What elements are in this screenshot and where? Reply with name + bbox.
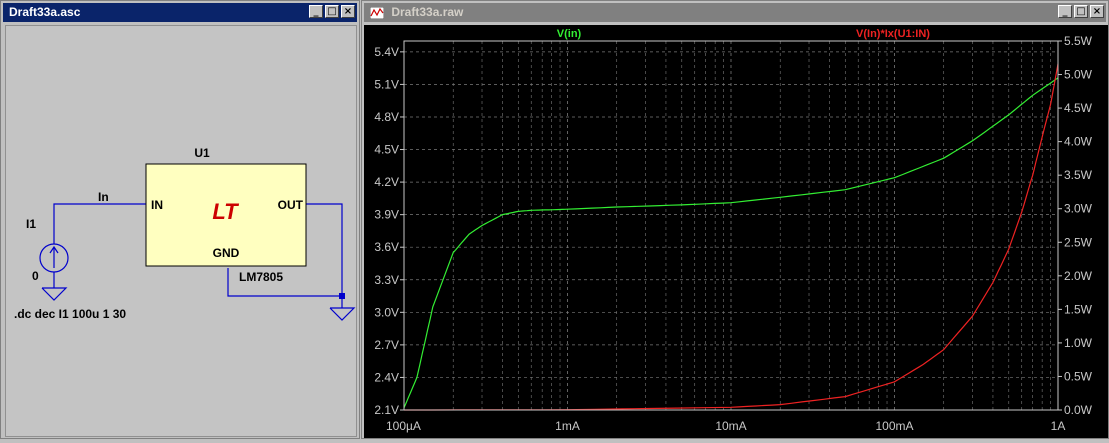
- y-tick-label-right: 5.5W: [1064, 34, 1093, 48]
- wire-out: [306, 203, 343, 296]
- y-tick-label-left: 2.1V: [374, 403, 399, 417]
- ground-symbol-source: [41, 287, 68, 301]
- pin-in-label: IN: [151, 198, 163, 212]
- y-tick-label-right: 2.5W: [1064, 235, 1093, 249]
- y-tick-label-left: 5.4V: [374, 45, 399, 59]
- wire-in: [53, 203, 146, 244]
- trace-label-vin[interactable]: V(in): [557, 28, 582, 40]
- x-tick-label: 1mA: [555, 419, 580, 433]
- y-tick-label-left: 3.3V: [374, 273, 399, 287]
- y-tick-label-right: 1.5W: [1064, 302, 1093, 316]
- source-ref[interactable]: I1: [26, 217, 36, 231]
- minimize-button[interactable]: _: [309, 5, 323, 18]
- y-tick-label-right: 5.0W: [1064, 68, 1093, 82]
- source-value[interactable]: 0: [32, 269, 39, 283]
- y-tick-label-right: 0.5W: [1064, 369, 1093, 383]
- y-tick-label-left: 4.2V: [374, 175, 399, 189]
- x-tick-label: 100mA: [875, 419, 913, 433]
- y-tick-label-left: 5.1V: [374, 77, 399, 91]
- regulator-logo: LT: [212, 199, 239, 224]
- schematic-title: Draft33a.asc: [9, 5, 81, 19]
- y-tick-label-left: 3.0V: [374, 305, 399, 319]
- schematic-window: Draft33a.asc _ □ × LT IN OUT GND U1 LM78…: [0, 0, 360, 439]
- minimize-button[interactable]: _: [1058, 5, 1072, 18]
- plot-titlebar[interactable]: Draft33a.raw _ □ ×: [364, 3, 1106, 22]
- close-button[interactable]: ×: [1090, 5, 1104, 18]
- y-tick-label-right: 1.0W: [1064, 336, 1093, 350]
- component-ref[interactable]: U1: [194, 146, 210, 160]
- schematic-canvas[interactable]: LT IN OUT GND U1 LM7805 In I1 0 .dc dec …: [5, 25, 357, 437]
- y-tick-label-right: 4.0W: [1064, 135, 1093, 149]
- y-tick-label-left: 3.9V: [374, 208, 399, 222]
- x-tick-label: 10mA: [715, 419, 746, 433]
- trace-label-power[interactable]: V(In)*Ix(U1:IN): [856, 28, 930, 40]
- y-tick-label-right: 3.0W: [1064, 202, 1093, 216]
- pin-out-label: OUT: [278, 198, 304, 212]
- y-tick-label-left: 4.5V: [374, 143, 399, 157]
- y-tick-label-right: 2.0W: [1064, 269, 1093, 283]
- plot-pane[interactable]: 100µA 1mA 10mA 100mA 1A 2.1V 2.4V 2.7V 3.0V 3.3V 3…: [364, 25, 1108, 438]
- x-tick-label: 100µA: [386, 419, 421, 433]
- pin-gnd-label: GND: [213, 246, 240, 260]
- close-button[interactable]: ×: [341, 5, 355, 18]
- waveform-icon: [370, 6, 384, 19]
- spice-directive[interactable]: .dc dec I1 100u 1 30: [14, 307, 126, 321]
- net-label-in[interactable]: In: [98, 190, 109, 204]
- plot-title: Draft33a.raw: [391, 5, 464, 19]
- component-part[interactable]: LM7805: [239, 270, 283, 284]
- y-tick-label-left: 3.6V: [374, 240, 399, 254]
- current-source-symbol: [39, 243, 69, 273]
- y-tick-label-right: 3.5W: [1064, 168, 1093, 182]
- maximize-button[interactable]: □: [1074, 5, 1088, 18]
- x-tick-label: 1A: [1051, 419, 1066, 433]
- y-tick-label-left: 4.8V: [374, 110, 399, 124]
- waveform-plot[interactable]: 100µA 1mA 10mA 100mA 1A 2.1V 2.4V 2.7V 3.0V 3.3V 3…: [364, 25, 1108, 438]
- y-tick-label-right: 4.5W: [1064, 101, 1093, 115]
- y-tick-label-left: 2.4V: [374, 370, 399, 384]
- y-tick-label-left: 2.7V: [374, 338, 399, 352]
- y-tick-label-right: 0.0W: [1064, 403, 1093, 417]
- schematic-titlebar[interactable]: Draft33a.asc _ □ ×: [3, 3, 357, 22]
- maximize-button[interactable]: □: [325, 5, 339, 18]
- schematic-drawing: LT IN OUT GND U1 LM7805 In I1 0 .dc dec …: [14, 146, 356, 321]
- ground-symbol-output: [329, 296, 356, 321]
- plot-window: Draft33a.raw _ □ × 100µA 1mA 10mA 100mA 1A 2.…: [361, 0, 1109, 439]
